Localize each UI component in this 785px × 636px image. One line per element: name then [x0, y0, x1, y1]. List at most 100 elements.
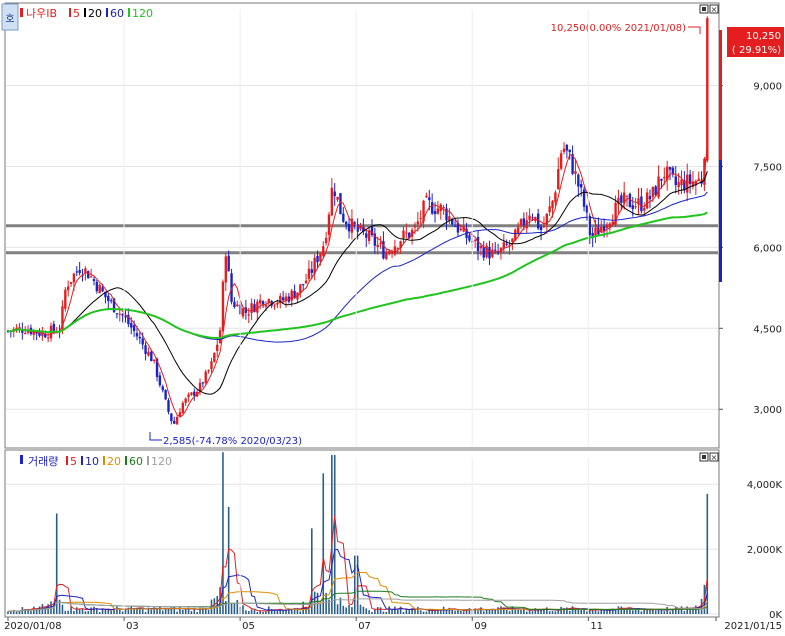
candle-body: [668, 166, 672, 170]
volume-bar: [442, 606, 445, 614]
candle-body: [107, 295, 110, 302]
candle-body: [69, 282, 73, 284]
volume-bar: [660, 610, 663, 614]
volume-bar: [161, 610, 164, 614]
candle-body: [224, 256, 228, 283]
volume-bar: [58, 599, 61, 614]
volume-bar: [376, 607, 379, 614]
volume-bar: [451, 609, 454, 614]
candle-body: [568, 149, 571, 153]
volume-bar: [265, 611, 267, 614]
volume-bar: [196, 611, 198, 614]
candle-body: [494, 249, 497, 251]
volume-bar: [90, 607, 92, 614]
x-tick-label: 07: [358, 621, 371, 632]
candle-body: [23, 332, 27, 334]
candle-body: [634, 206, 637, 208]
volume-bar: [491, 609, 494, 614]
volume-bar: [359, 604, 362, 614]
legend-swatch: [128, 8, 130, 17]
x-tick-label: 03: [126, 621, 139, 632]
volume-bar: [368, 610, 370, 614]
volume-bar: [637, 609, 640, 614]
candle-body: [579, 184, 583, 188]
candle-body: [565, 144, 569, 151]
volume-bar: [345, 607, 347, 614]
price-range-bar: [719, 30, 722, 282]
volume-bar: [30, 610, 32, 614]
close-icon: ×: [711, 5, 718, 14]
candle-body: [250, 303, 253, 314]
volume-bar: [485, 610, 488, 614]
candle-body: [686, 174, 689, 193]
candle-body: [577, 174, 580, 187]
volume-bar: [259, 610, 262, 614]
candle-body: [87, 271, 90, 279]
candle-body: [453, 225, 457, 227]
candle-body: [164, 389, 167, 400]
candle-body: [516, 227, 520, 233]
legend-swatch: [125, 456, 127, 465]
volume-bar: [110, 610, 112, 614]
legend-label: 60: [110, 7, 124, 20]
volume-bar: [531, 611, 534, 614]
candle-body: [170, 413, 173, 422]
candle-body: [342, 213, 345, 222]
volume-bar: [396, 609, 399, 614]
volume-bar: [508, 611, 511, 614]
candle-body: [161, 386, 164, 391]
price-tick-label: 6,000: [753, 243, 782, 254]
candle-body: [264, 305, 268, 307]
volume-bar: [379, 607, 382, 614]
high-annotation: 10,250(0.00% 2021/01/08): [551, 23, 701, 34]
candle-body: [130, 323, 133, 328]
high-annotation-text: 10,250(0.00% 2021/01/08): [551, 23, 686, 34]
candle-body: [528, 215, 531, 220]
candle-body: [663, 176, 666, 179]
candle-body: [531, 217, 534, 219]
volume-bar: [124, 609, 127, 614]
volume-bar: [98, 612, 101, 614]
candle-body: [307, 268, 311, 279]
price-tick-label: 9,000: [753, 82, 782, 93]
candle-body: [92, 279, 96, 282]
candle-body: [620, 195, 623, 203]
volume-bar: [322, 473, 325, 614]
volume-bar: [454, 610, 456, 614]
volume-bar: [457, 610, 459, 614]
volume-bar: [583, 609, 585, 614]
candle-body: [330, 187, 334, 216]
candle-body: [631, 205, 634, 210]
volume-bar: [600, 609, 603, 614]
candle-body: [152, 359, 156, 362]
volume-bar: [394, 606, 396, 614]
candle-body: [147, 351, 150, 356]
legend-label: 10: [85, 455, 99, 468]
candle-body: [207, 370, 210, 372]
volume-bar: [606, 610, 608, 614]
x-tick-label: 09: [474, 621, 487, 632]
candle-body: [385, 252, 388, 259]
legend-label: 120: [132, 7, 153, 20]
volume-bar: [580, 609, 582, 614]
candle-body: [419, 217, 422, 219]
volume-bar: [362, 606, 365, 614]
candle-body: [281, 297, 285, 301]
volume-bar: [325, 592, 327, 614]
legend-label: 5: [73, 7, 80, 20]
candle-body: [121, 314, 124, 316]
volume-bar: [631, 610, 634, 614]
volume-bar: [227, 506, 230, 614]
candle-body: [657, 176, 660, 198]
volume-bar: [477, 610, 479, 614]
candle-body: [645, 192, 649, 209]
volume-panel-frame: [4, 449, 720, 618]
volume-bar: [669, 611, 671, 614]
stock-name: 나우IB: [26, 7, 57, 20]
candle-body: [479, 245, 483, 249]
candle-body: [259, 299, 262, 304]
volume-tick-label: 0K: [769, 610, 782, 621]
volume-bar: [353, 555, 356, 614]
candle-body: [193, 391, 196, 396]
volume-bar: [439, 610, 442, 614]
